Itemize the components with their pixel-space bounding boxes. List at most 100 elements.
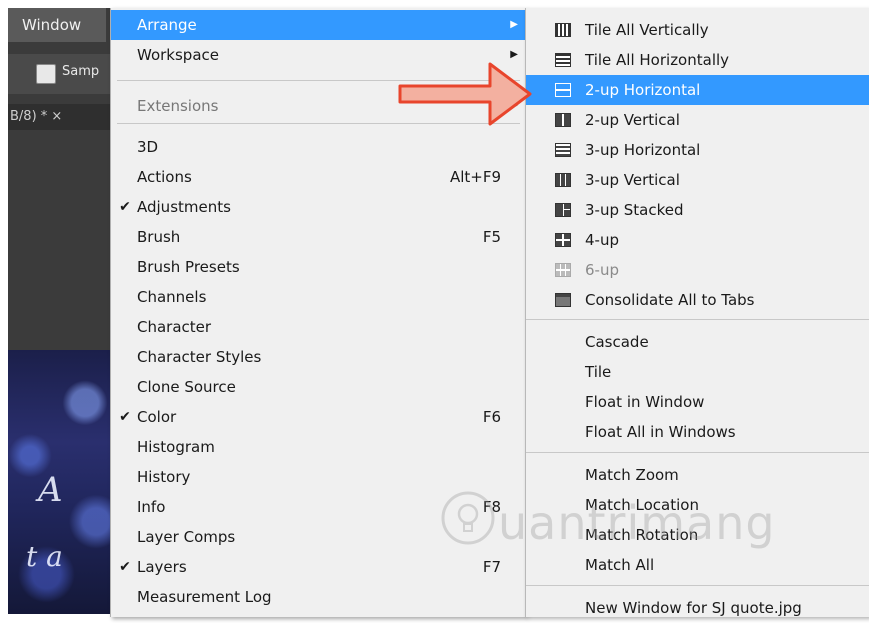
arrange-item-6-up[interactable]: 6-up — [526, 255, 869, 285]
menu-item-label: Measurement Log — [137, 588, 272, 606]
arrange-item-3-up-horizontal[interactable]: 3-up Horizontal — [526, 135, 869, 165]
six-up-icon — [555, 263, 571, 277]
menu-item-label: 3-up Horizontal — [585, 141, 701, 159]
shortcut-label: F7 — [482, 558, 501, 576]
menu-item-label: Tile All Vertically — [585, 21, 709, 39]
arrange-item-tile-all-vertically[interactable]: Tile All Vertically — [526, 15, 869, 45]
arrange-item-consolidate-all-to-tabs[interactable]: Consolidate All to Tabs — [526, 285, 869, 315]
menu-item-label: Tile All Horizontally — [585, 51, 730, 69]
menu-item-label: History — [137, 468, 191, 486]
arrange-item-float-all-in-windows[interactable]: Float All in Windows — [526, 417, 869, 447]
callout-arrow-icon — [398, 62, 532, 126]
two-up-horizontal-icon — [555, 83, 571, 97]
window-menu-item-arrange[interactable]: Arrange ▶ — [111, 10, 526, 40]
menu-separator — [526, 585, 869, 586]
menu-item-label: Extensions — [137, 97, 219, 115]
arrange-item-tile-all-horizontally[interactable]: Tile All Horizontally — [526, 45, 869, 75]
arrange-item-new-window-for-sj-quote-jpg[interactable]: New Window for SJ quote.jpg — [526, 593, 869, 623]
window-menu-item-3d[interactable]: 3D — [111, 132, 526, 162]
window-menu-item-brush-presets[interactable]: Brush Presets — [111, 252, 526, 282]
menu-item-label: Character — [137, 318, 212, 336]
menu-item-label: 2-up Vertical — [585, 111, 680, 129]
arrange-item-2-up-horizontal[interactable]: 2-up Horizontal — [526, 75, 869, 105]
window-menu-item-history[interactable]: History — [111, 462, 526, 492]
shortcut-label: F5 — [482, 228, 501, 246]
arrange-item-match-zoom[interactable]: Match Zoom — [526, 460, 869, 490]
menu-item-label: Histogram — [137, 438, 215, 456]
watermark: uantrimang — [440, 490, 775, 550]
window-menu-item-actions[interactable]: Actions Alt+F9 — [111, 162, 526, 192]
lightbulb-logo-icon — [441, 491, 495, 545]
arrange-item-2-up-vertical[interactable]: 2-up Vertical — [526, 105, 869, 135]
menu-item-label: New Window for SJ quote.jpg — [585, 599, 802, 617]
four-up-icon — [555, 233, 571, 247]
arrange-item-3-up-vertical[interactable]: 3-up Vertical — [526, 165, 869, 195]
window-menu-item-histogram[interactable]: Histogram — [111, 432, 526, 462]
menu-item-label: Float in Window — [585, 393, 705, 411]
window-menu-item-channels[interactable]: Channels — [111, 282, 526, 312]
shortcut-label: F6 — [482, 408, 501, 426]
window-menu-item-clone-source[interactable]: Clone Source — [111, 372, 526, 402]
window-menu-item-layers[interactable]: ✔ Layers F7 — [111, 552, 526, 582]
window-menu-item-character-styles[interactable]: Character Styles — [111, 342, 526, 372]
menu-item-label: Brush — [137, 228, 181, 246]
menu-item-label: 2-up Horizontal — [585, 81, 701, 99]
shortcut-label: Alt+F9 — [449, 168, 501, 186]
window-menu-item-measurement-log[interactable]: Measurement Log — [111, 582, 526, 612]
photoshop-background: Window Samp B/8) * × A t a — [8, 8, 118, 614]
menu-item-label: Consolidate All to Tabs — [585, 291, 755, 309]
window-menu-item-color[interactable]: ✔ Color F6 — [111, 402, 526, 432]
three-up-horizontal-icon — [555, 143, 571, 157]
window-menu-item-adjustments[interactable]: ✔ Adjustments — [111, 192, 526, 222]
two-up-vertical-icon — [555, 113, 571, 127]
options-bar: Samp — [8, 54, 118, 94]
sample-checkbox[interactable] — [36, 64, 56, 84]
arrange-item-tile[interactable]: Tile — [526, 357, 869, 387]
checkmark-icon: ✔ — [119, 199, 131, 215]
submenu-arrow-icon: ▶ — [510, 19, 518, 30]
menu-separator — [526, 452, 869, 453]
canvas-image: A t a — [8, 350, 118, 614]
checkmark-icon: ✔ — [119, 559, 131, 575]
document-tab[interactable]: B/8) * × — [8, 104, 118, 130]
tile-horizontal-icon — [555, 53, 571, 67]
menu-item-label: Float All in Windows — [585, 423, 736, 441]
menu-separator — [526, 319, 869, 320]
window-menu-item-brush[interactable]: Brush F5 — [111, 222, 526, 252]
arrange-item-3-up-stacked[interactable]: 3-up Stacked — [526, 195, 869, 225]
three-up-vertical-icon — [555, 173, 571, 187]
consolidate-tabs-icon — [555, 293, 571, 307]
arrange-item-4-up[interactable]: 4-up — [526, 225, 869, 255]
menu-item-label: Arrange — [137, 16, 197, 34]
menu-item-label: Layers — [137, 558, 187, 576]
menu-item-label: Channels — [137, 288, 207, 306]
menu-item-label: 3-up Vertical — [585, 171, 680, 189]
three-up-stacked-icon — [555, 203, 571, 217]
menu-item-label: Character Styles — [137, 348, 262, 366]
menu-item-label: Tile — [585, 363, 612, 381]
menu-item-label: Layer Comps — [137, 528, 236, 546]
menu-item-label: Clone Source — [137, 378, 236, 396]
menu-item-label: Actions — [137, 168, 192, 186]
sample-label: Samp — [62, 64, 100, 79]
tile-vertical-icon — [555, 23, 571, 37]
menu-item-label: Info — [137, 498, 166, 516]
menu-item-label: 6-up — [585, 261, 619, 279]
arrange-item-float-in-window[interactable]: Float in Window — [526, 387, 869, 417]
checkmark-icon: ✔ — [119, 409, 131, 425]
menu-item-label: Color — [137, 408, 177, 426]
menu-item-label: 4-up — [585, 231, 619, 249]
canvas-script-decoration: A — [38, 470, 63, 510]
menu-item-label: 3-up Stacked — [585, 201, 684, 219]
menu-item-label: Cascade — [585, 333, 649, 351]
menu-item-label: Match Zoom — [585, 466, 679, 484]
menu-item-label: Brush Presets — [137, 258, 240, 276]
arrange-item-cascade[interactable]: Cascade — [526, 327, 869, 357]
menu-item-label: Adjustments — [137, 198, 231, 216]
window-menu-item-character[interactable]: Character — [111, 312, 526, 342]
menu-item-label: Workspace — [137, 46, 219, 64]
menubar-window-item[interactable]: Window — [8, 8, 106, 42]
canvas-script-decoration: t a — [26, 540, 63, 573]
menu-item-label: 3D — [137, 138, 159, 156]
arrange-item-match-all[interactable]: Match All — [526, 550, 869, 580]
